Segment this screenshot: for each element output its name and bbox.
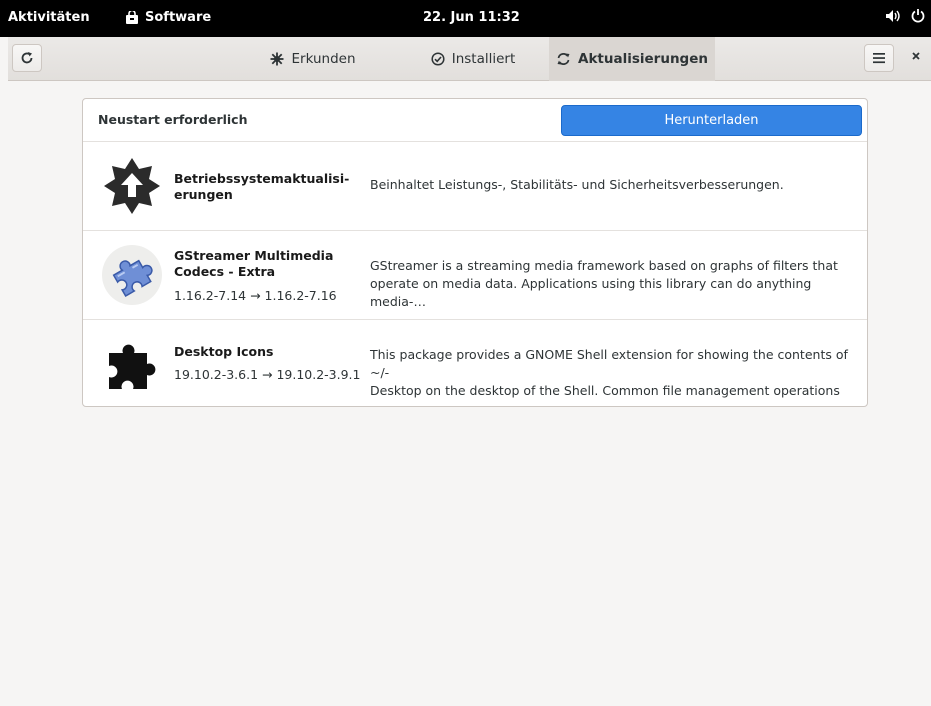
update-description: This package provides a GNOME Shell exte… — [370, 346, 850, 406]
app-menu[interactable]: Software — [125, 10, 211, 25]
system-menu[interactable] — [885, 8, 925, 23]
update-description: GStreamer is a streaming media framework… — [370, 257, 850, 311]
os-update-icon — [104, 158, 160, 214]
update-name: Desktop Icons — [174, 344, 344, 360]
tab-explore[interactable]: Erkunden — [248, 37, 378, 81]
update-description: Beinhaltet Leistungs-, Stabilitäts- und … — [370, 176, 850, 194]
header-bar: Erkunden Installiert Aktualisierungen — [8, 37, 931, 81]
power-icon — [911, 9, 925, 23]
update-name-line: erungen — [174, 187, 233, 202]
clock[interactable]: 22. Jun 11:32 — [423, 10, 520, 25]
tab-explore-label: Erkunden — [291, 51, 356, 67]
main-menu-button[interactable] — [864, 44, 894, 72]
update-name-line: Codecs - Extra — [174, 264, 276, 279]
update-version: 19.10.2-3.6.1 → 19.10.2-3.9.1 — [174, 367, 361, 382]
update-row-os[interactable]: Betriebssystemaktualisi- erungen Beinhal… — [83, 141, 867, 230]
restart-required-heading: Neustart erforderlich — [98, 112, 248, 127]
update-name: GStreamer Multimedia Codecs - Extra — [174, 248, 344, 280]
updates-panel: Neustart erforderlich Herunterladen Betr… — [82, 98, 868, 407]
update-name-line: Desktop Icons — [174, 344, 274, 359]
update-description-line: operate on media data. Applications usin… — [370, 276, 812, 309]
tab-updates-label: Aktualisierungen — [578, 51, 708, 67]
explore-icon — [270, 52, 284, 66]
update-description-line: This package provides a GNOME Shell exte… — [370, 347, 848, 380]
close-icon — [912, 52, 920, 60]
extension-puzzle-icon — [109, 344, 156, 389]
update-row-desktop-icons[interactable]: Desktop Icons 19.10.2-3.6.1 → 19.10.2-3.… — [83, 319, 867, 406]
download-button[interactable]: Herunterladen — [561, 105, 862, 136]
panel-header: Neustart erforderlich Herunterladen — [83, 99, 867, 141]
update-description-line: Beinhaltet Leistungs-, Stabilitäts- und … — [370, 177, 784, 192]
update-name: Betriebssystemaktualisi- erungen — [174, 171, 350, 203]
refresh-icon — [557, 53, 570, 65]
update-name-line: Betriebssystemaktualisi- — [174, 171, 350, 186]
update-row-gstreamer[interactable]: GStreamer Multimedia Codecs - Extra 1.16… — [83, 230, 867, 319]
update-description-line: GStreamer is a streaming media framework… — [370, 258, 838, 273]
volume-icon — [886, 9, 900, 22]
tab-installed-label: Installiert — [451, 51, 516, 67]
software-bag-icon — [126, 10, 138, 24]
check-icon — [431, 52, 445, 66]
top-bar: Aktivitäten Software 22. Jun 11:32 — [0, 0, 931, 37]
puzzle-piece-icon — [102, 245, 162, 305]
update-name-line: GStreamer Multimedia — [174, 248, 334, 263]
refresh-icon — [21, 52, 33, 64]
activities-button[interactable]: Aktivitäten — [8, 10, 90, 25]
refresh-button[interactable] — [12, 44, 42, 72]
app-menu-label: Software — [145, 10, 212, 25]
tab-installed[interactable]: Installiert — [403, 37, 543, 81]
close-window-button[interactable] — [911, 49, 921, 65]
hamburger-icon — [873, 53, 885, 64]
update-description-line: Desktop on the desktop of the Shell. Com… — [370, 383, 840, 406]
tab-updates[interactable]: Aktualisierungen — [549, 37, 715, 81]
update-version: 1.16.2-7.14 → 1.16.2-7.16 — [174, 288, 337, 303]
